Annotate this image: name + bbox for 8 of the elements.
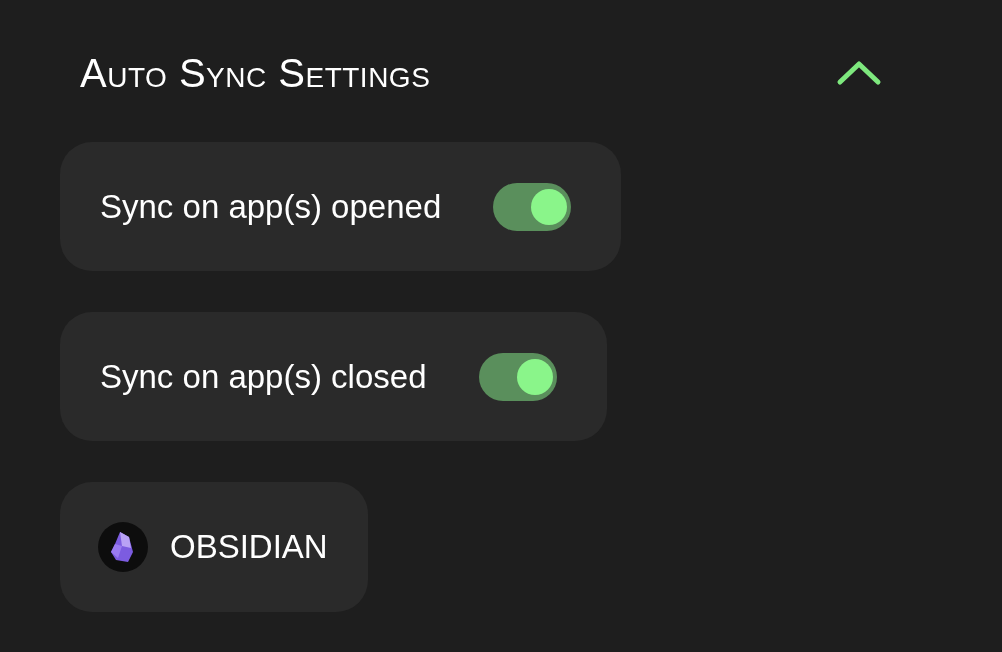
crystal-icon — [98, 522, 148, 572]
app-button[interactable]: OBSIDIAN — [60, 482, 368, 612]
setting-label: Sync on app(s) opened — [100, 187, 442, 226]
setting-label: Sync on app(s) closed — [100, 357, 427, 396]
chevron-icon[interactable] — [836, 58, 882, 88]
toggle-switch[interactable] — [493, 182, 572, 231]
section-title: Auto Sync Settings — [80, 50, 431, 96]
toggle-switch[interactable] — [478, 352, 557, 401]
